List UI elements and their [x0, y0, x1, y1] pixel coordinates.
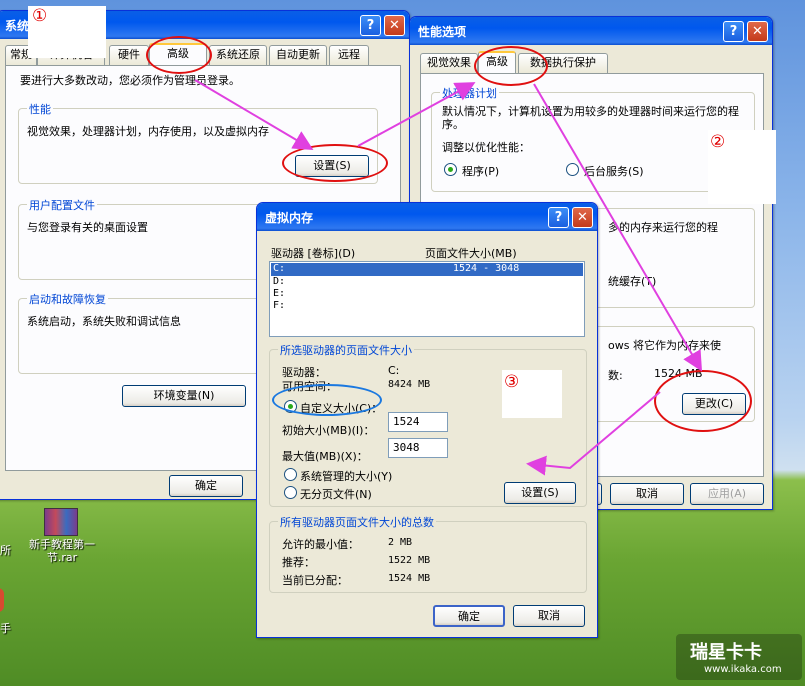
arrow: [194, 79, 314, 151]
watermark-url: www.ikaka.com: [704, 664, 782, 675]
arrow: [533, 83, 703, 372]
annotation-arrows: [194, 79, 703, 476]
arrow: [357, 82, 476, 147]
watermark-brand: 瑞星卡卡: [690, 642, 762, 663]
arrow: [526, 391, 661, 476]
